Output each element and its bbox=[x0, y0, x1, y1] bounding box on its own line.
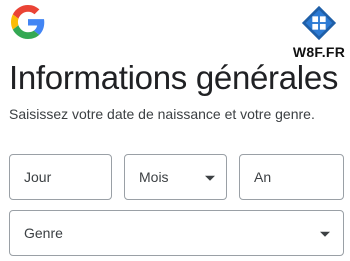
gender-select-label: Genre bbox=[24, 225, 63, 241]
google-g-icon bbox=[11, 5, 45, 39]
page-title: Informations générales bbox=[9, 59, 339, 96]
day-field-label: Jour bbox=[24, 169, 52, 185]
watermark: W8F.FR bbox=[292, 4, 346, 66]
day-field[interactable]: Jour bbox=[9, 154, 112, 200]
gender-select[interactable]: Genre bbox=[9, 210, 344, 256]
dropdown-caret-icon bbox=[320, 231, 330, 237]
page-subtitle: Saisissez votre date de naissance et vot… bbox=[9, 106, 315, 122]
month-select-label: Mois bbox=[139, 169, 169, 185]
windows-logo-icon bbox=[301, 5, 337, 41]
month-select[interactable]: Mois bbox=[124, 154, 227, 200]
year-field[interactable]: An bbox=[239, 154, 344, 200]
year-field-label: An bbox=[254, 169, 272, 185]
dropdown-caret-icon bbox=[205, 175, 215, 181]
